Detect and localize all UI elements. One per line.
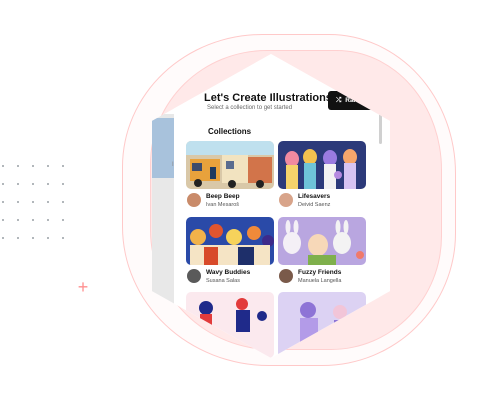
collection-card-thumbnail[interactable] [186, 141, 274, 189]
grid-dot [62, 201, 64, 203]
grid-dot [47, 237, 49, 239]
avatar [279, 269, 293, 283]
collection-name: Fuzzy Friends [298, 269, 342, 276]
collection-author: Manuela Langella [298, 278, 342, 284]
avatar [187, 269, 201, 283]
grid-dot [62, 183, 64, 185]
collection-name: Wavy Buddies [206, 269, 251, 276]
plus-decoration-icon: + [77, 277, 89, 297]
grid-dot [62, 237, 64, 239]
grid-dot [47, 201, 49, 203]
scrollbar[interactable] [379, 114, 382, 144]
grid-dot [2, 237, 4, 239]
grid-dot [17, 165, 19, 167]
collections-panel: Let's Create Illustrations! Select a col… [174, 54, 388, 358]
grid-dot [47, 165, 49, 167]
grid-dot [32, 165, 34, 167]
grid-dot [2, 219, 4, 221]
collection-card-thumbnail[interactable] [186, 217, 274, 265]
collection-name: Lifesavers [298, 193, 331, 200]
avatar [279, 193, 293, 207]
page-title: Let's Create Illustrations! [204, 92, 336, 104]
grid-dot [47, 183, 49, 185]
grid-dot [17, 201, 19, 203]
collection-author: Ivan Mesaroš [206, 202, 240, 208]
grid-dot [47, 219, 49, 221]
grid-dot [17, 237, 19, 239]
grid-dot [17, 183, 19, 185]
avatar [187, 193, 201, 207]
grid-dot [17, 219, 19, 221]
decorative-dot-grid [0, 165, 80, 245]
collection-name: Beep Beep [206, 193, 240, 200]
grid-dot [32, 201, 34, 203]
grid-dot [32, 219, 34, 221]
grid-dot [32, 183, 34, 185]
grid-dot [2, 165, 4, 167]
grid-dot [62, 219, 64, 221]
page-subtitle: Select a collection to get started [207, 105, 293, 111]
grid-dot [32, 237, 34, 239]
shuffle-icon: ⤮ [336, 96, 342, 104]
side-thumbnail [152, 118, 174, 178]
collection-card-thumbnail[interactable] [278, 141, 366, 189]
collection-card-thumbnail[interactable] [278, 217, 366, 265]
collection-author: Deivid Saenz [298, 202, 331, 208]
collections-heading: Collections [208, 127, 252, 136]
grid-dot [2, 183, 4, 185]
grid-dot [62, 165, 64, 167]
grid-dot [2, 201, 4, 203]
collection-author: Susana Salas [206, 278, 240, 284]
